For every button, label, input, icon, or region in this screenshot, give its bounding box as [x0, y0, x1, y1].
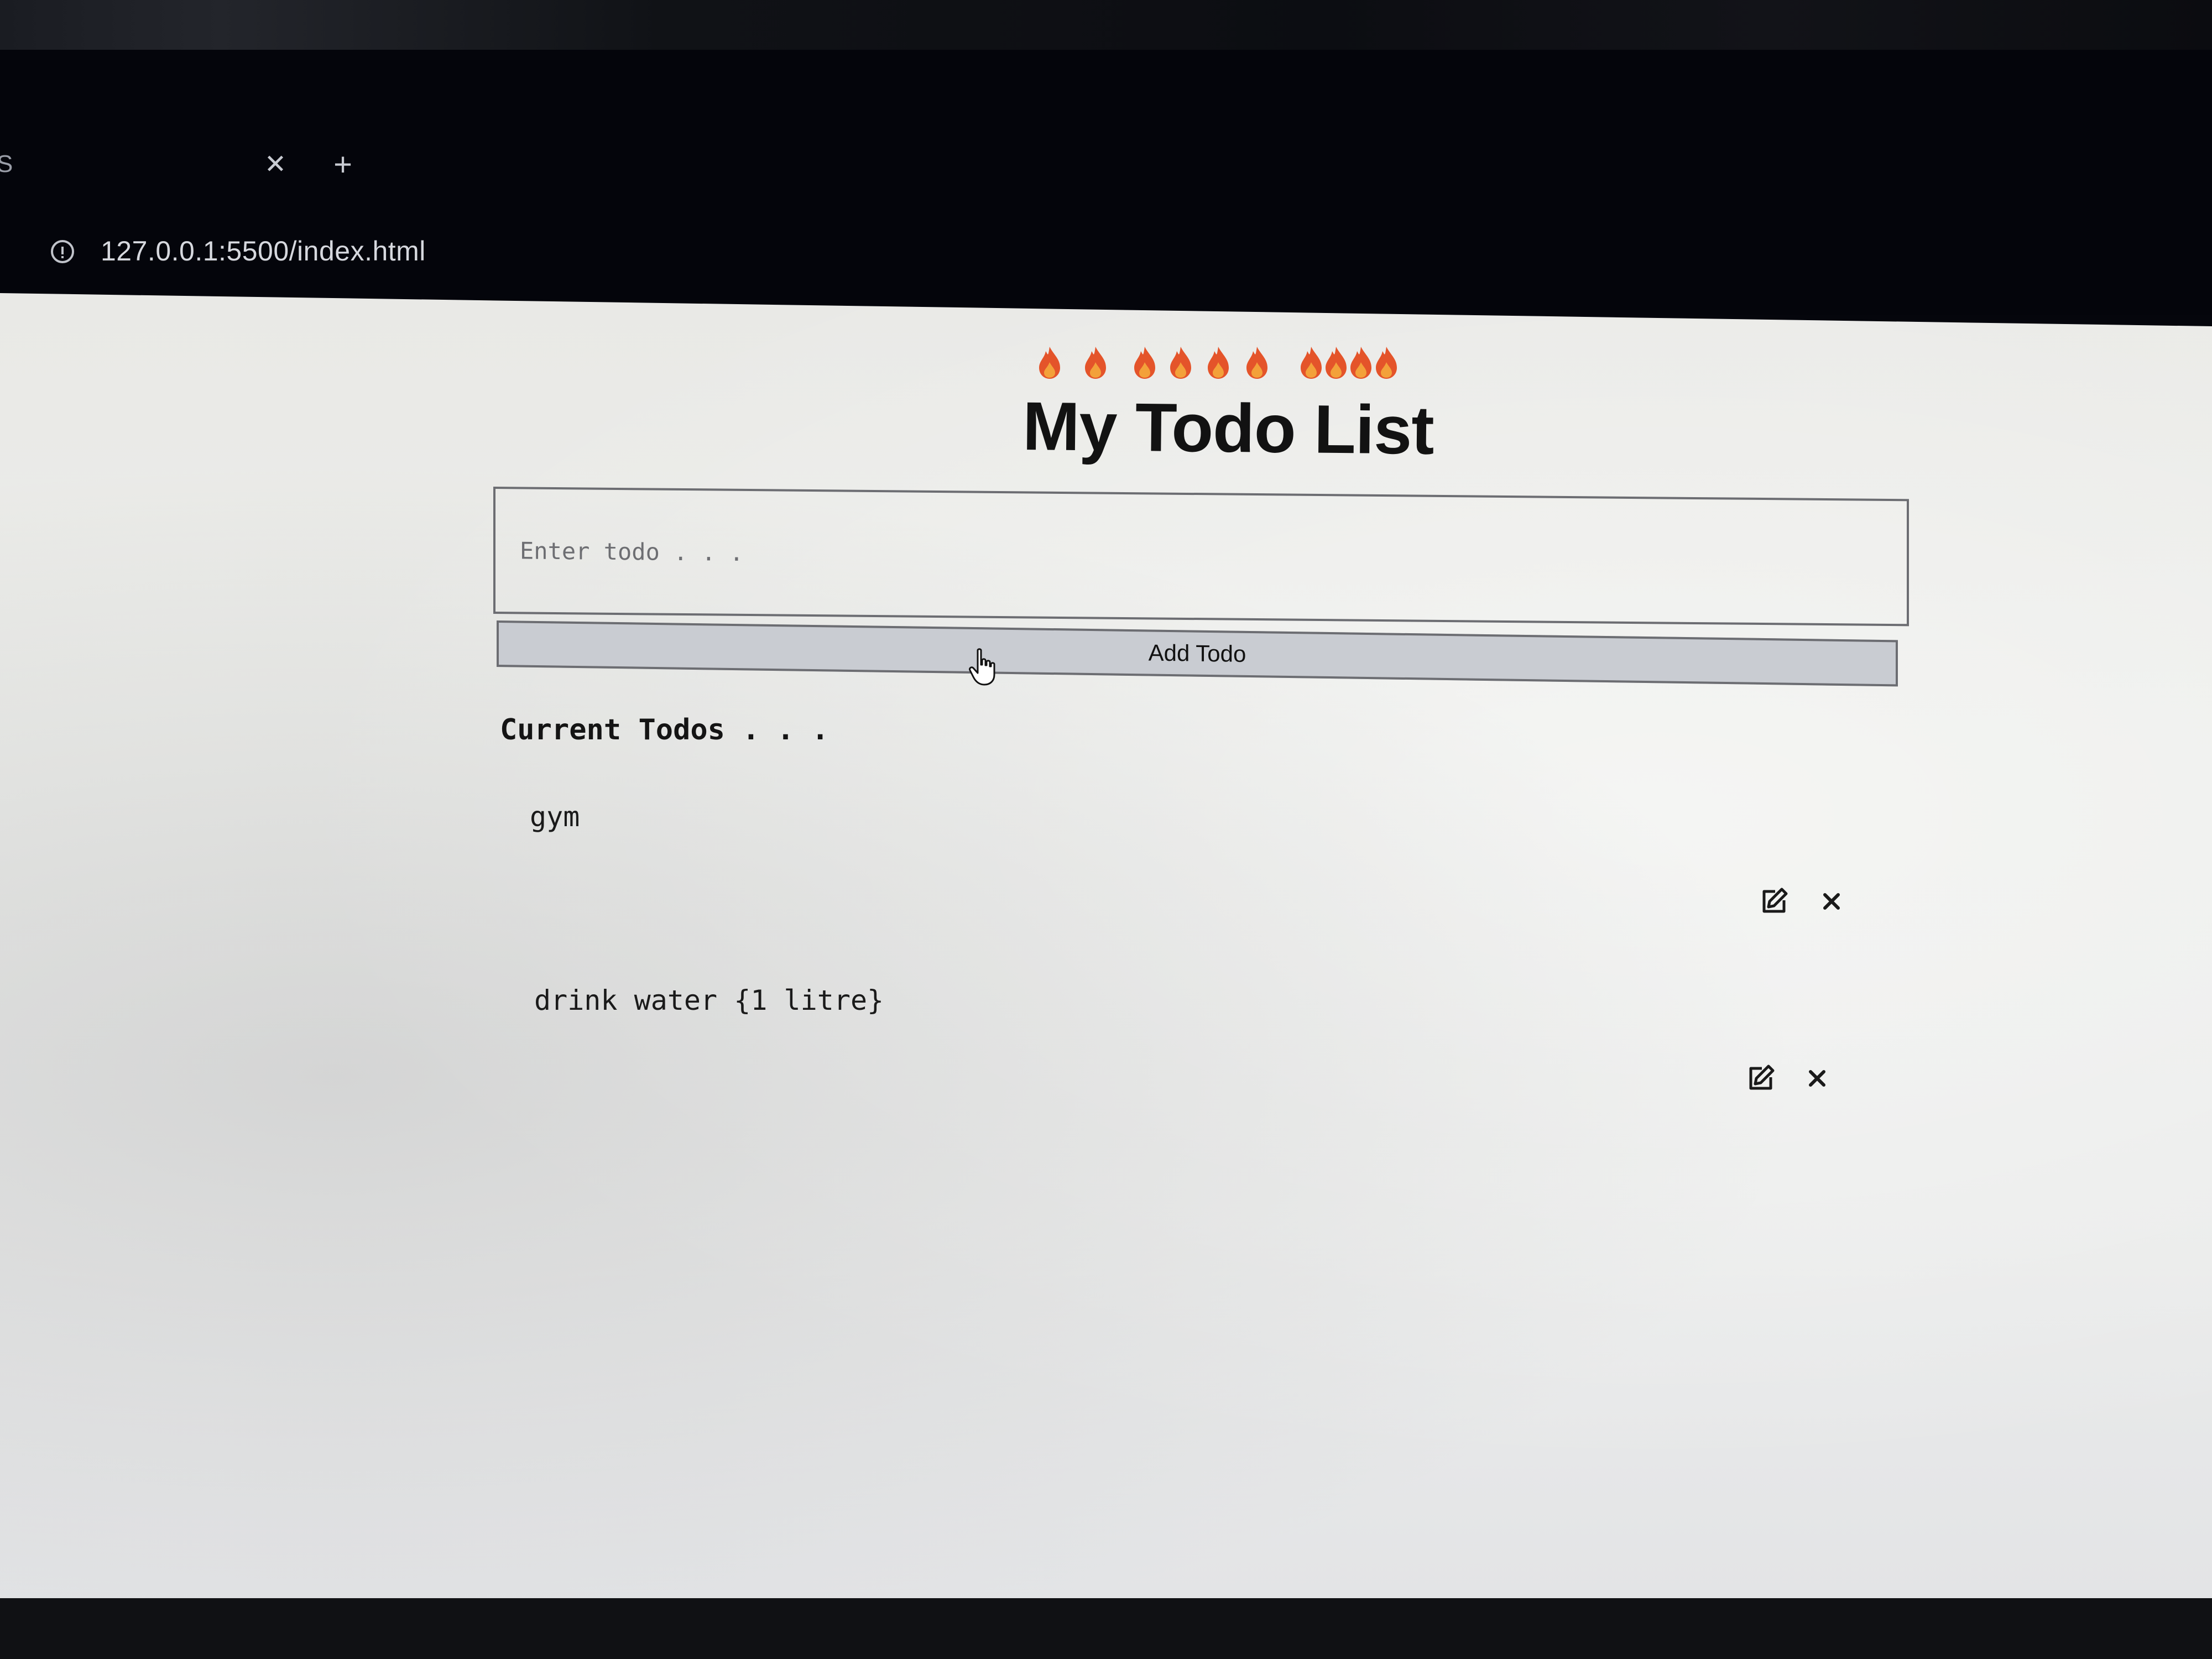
fire-icon	[1350, 347, 1371, 379]
page-content	[0, 293, 2212, 1598]
close-icon[interactable]	[1802, 1063, 1833, 1094]
hand-cursor-icon	[969, 648, 995, 686]
edit-icon[interactable]	[1745, 1063, 1776, 1094]
current-todos-heading: Current Todos . . .	[500, 713, 829, 747]
page-title: My Todo List	[1022, 388, 1434, 469]
close-icon[interactable]	[1816, 886, 1847, 917]
screen: S ✕ + 127.0.0.1:5500/index.html My Todo …	[0, 0, 2212, 1659]
todo-text: gym	[530, 801, 580, 833]
fire-icon	[1170, 347, 1191, 379]
plus-icon[interactable]: +	[326, 148, 359, 181]
info-icon[interactable]	[51, 240, 74, 263]
todo-text: drink water {1 litre}	[534, 984, 884, 1016]
browser-tab[interactable]: S ✕	[0, 138, 359, 205]
background-strip	[0, 0, 2212, 50]
close-icon[interactable]: ✕	[260, 149, 291, 180]
todo-input[interactable]	[493, 487, 1909, 627]
tab-title: S	[0, 150, 13, 178]
fire-icon	[1208, 347, 1229, 379]
fire-icon	[1134, 347, 1155, 379]
edit-icon[interactable]	[1759, 886, 1790, 917]
fire-icon	[1085, 347, 1106, 379]
fire-icon	[1376, 347, 1397, 379]
fire-icon	[1326, 347, 1347, 379]
address-bar[interactable]: 127.0.0.1:5500/index.html	[101, 235, 426, 267]
flame-emoji-row	[1034, 346, 1410, 390]
fire-icon	[1039, 347, 1060, 379]
monitor-bezel	[0, 1598, 2212, 1659]
fire-icon	[1246, 347, 1267, 379]
fire-icon	[1301, 347, 1322, 379]
